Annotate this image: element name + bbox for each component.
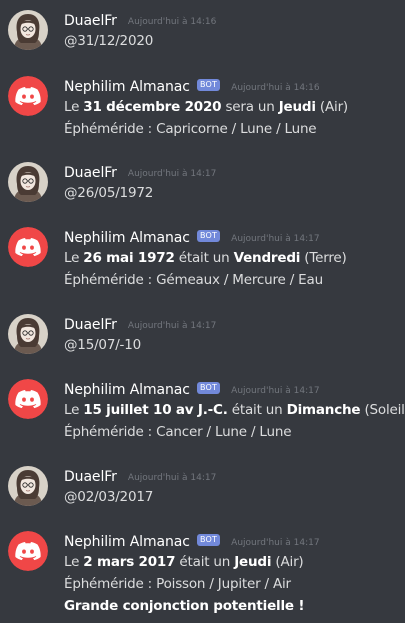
element-text: (Air) xyxy=(271,554,304,570)
ephemeris-line: Éphéméride : Gémeaux / Mercure / Eau xyxy=(64,272,323,288)
text-prefix: Le xyxy=(64,402,84,418)
message-content: Nephilim Almanac BOT Aujourd'hui à 14:17… xyxy=(64,379,405,443)
message-text: @26/05/1972 xyxy=(64,185,154,201)
conjunction-bold: Grande conjonction potentielle ! xyxy=(64,598,305,614)
message-content: Nephilim Almanac BOT Aujourd'hui à 14:17… xyxy=(64,531,405,617)
bot-tag: BOT xyxy=(196,382,221,394)
message-header: DuaelFr Aujourd'hui à 14:17 xyxy=(64,466,405,486)
ephemeris-line: Éphéméride : Cancer / Lune / Lune xyxy=(64,424,292,440)
text-middle: sera un xyxy=(221,99,279,115)
message-content: Nephilim Almanac BOT Aujourd'hui à 14:17… xyxy=(64,227,405,291)
message-content: DuaelFr Aujourd'hui à 14:17 @02/03/2017 xyxy=(64,466,405,508)
date-bold: 31 décembre 2020 xyxy=(83,99,222,115)
timestamp: Aujourd'hui à 14:16 xyxy=(127,17,217,27)
bot-tag: BOT xyxy=(196,79,221,91)
ephemeris-line: Éphéméride : Poisson / Jupiter / Air xyxy=(64,576,291,592)
text-prefix: Le xyxy=(64,554,84,570)
username[interactable]: DuaelFr xyxy=(64,165,117,181)
weekday-bold: Jeudi xyxy=(278,99,316,115)
avatar[interactable] xyxy=(8,466,48,506)
discord-logo-icon xyxy=(8,227,48,267)
timestamp: Aujourd'hui à 14:17 xyxy=(231,538,320,548)
weekday-bold: Jeudi xyxy=(234,554,272,570)
message-header: DuaelFr Aujourd'hui à 14:17 xyxy=(64,162,405,182)
element-text: (Air) xyxy=(315,99,348,115)
timestamp: Aujourd'hui à 14:17 xyxy=(127,321,217,331)
timestamp: Aujourd'hui à 14:17 xyxy=(231,386,320,396)
date-bold: 2 mars 2017 xyxy=(83,554,176,570)
discord-logo-icon xyxy=(8,531,48,571)
message-header: DuaelFr Aujourd'hui à 14:17 xyxy=(64,314,405,334)
username[interactable]: Nephilim Almanac xyxy=(64,534,190,550)
username[interactable]: DuaelFr xyxy=(64,469,117,485)
message-text: @31/12/2020 xyxy=(64,33,154,49)
discord-logo-icon xyxy=(8,379,48,419)
ephemeris-line: Éphéméride : Capricorne / Lune / Lune xyxy=(64,121,317,137)
message-text: @02/03/2017 xyxy=(64,489,154,505)
bot-avatar[interactable] xyxy=(8,227,48,267)
weekday-bold: Vendredi xyxy=(233,250,301,266)
conjunction-line: Grande conjonction potentielle ! xyxy=(64,595,405,617)
bot-avatar[interactable] xyxy=(8,76,48,116)
message-line: Le 15 juillet 10 av J.-C. était un Diman… xyxy=(64,399,405,421)
username[interactable]: Nephilim Almanac xyxy=(64,230,190,246)
bot-avatar[interactable] xyxy=(8,531,48,571)
message-header: Nephilim Almanac BOT Aujourd'hui à 14:17 xyxy=(64,227,405,247)
element-text: (Soleil) xyxy=(360,402,405,418)
date-bold: 15 juillet 10 av J.-C. xyxy=(83,402,228,418)
avatar[interactable] xyxy=(8,162,48,202)
timestamp: Aujourd'hui à 14:16 xyxy=(231,83,320,93)
text-middle: était un xyxy=(174,250,234,266)
avatar[interactable] xyxy=(8,10,48,50)
timestamp: Aujourd'hui à 14:17 xyxy=(127,473,217,483)
text-middle: était un xyxy=(227,402,287,418)
timestamp: Aujourd'hui à 14:17 xyxy=(231,234,320,244)
weekday-bold: Dimanche xyxy=(286,402,361,418)
username[interactable]: Nephilim Almanac xyxy=(64,79,190,95)
message-content: DuaelFr Aujourd'hui à 14:17 @26/05/1972 xyxy=(64,162,405,204)
bot-tag: BOT xyxy=(196,230,221,242)
message-line: Le 26 mai 1972 était un Vendredi (Terre) xyxy=(64,247,405,269)
date-bold: 26 mai 1972 xyxy=(83,250,175,266)
text-prefix: Le xyxy=(64,250,84,266)
message-header: Nephilim Almanac BOT Aujourd'hui à 14:16 xyxy=(64,76,405,96)
message-content: DuaelFr Aujourd'hui à 14:16 @31/12/2020 xyxy=(64,10,405,52)
discord-logo-icon xyxy=(8,76,48,116)
username[interactable]: DuaelFr xyxy=(64,317,117,333)
message-line: Le 31 décembre 2020 sera un Jeudi (Air) xyxy=(64,96,405,118)
username[interactable]: DuaelFr xyxy=(64,13,117,29)
message-text: @15/07/-10 xyxy=(64,337,142,353)
avatar[interactable] xyxy=(8,314,48,354)
text-prefix: Le xyxy=(64,99,84,115)
username[interactable]: Nephilim Almanac xyxy=(64,382,190,398)
message-header: DuaelFr Aujourd'hui à 14:16 xyxy=(64,10,405,30)
bot-tag: BOT xyxy=(196,534,221,546)
message-content: DuaelFr Aujourd'hui à 14:17 @15/07/-10 xyxy=(64,314,405,356)
element-text: (Terre) xyxy=(300,250,347,266)
bot-avatar[interactable] xyxy=(8,379,48,419)
message-header: Nephilim Almanac BOT Aujourd'hui à 14:17 xyxy=(64,379,405,399)
message-header: Nephilim Almanac BOT Aujourd'hui à 14:17 xyxy=(64,531,405,551)
text-middle: était un xyxy=(175,554,235,570)
timestamp: Aujourd'hui à 14:17 xyxy=(127,169,217,179)
message-line: Le 2 mars 2017 était un Jeudi (Air) xyxy=(64,551,405,573)
message-content: Nephilim Almanac BOT Aujourd'hui à 14:16… xyxy=(64,76,405,140)
